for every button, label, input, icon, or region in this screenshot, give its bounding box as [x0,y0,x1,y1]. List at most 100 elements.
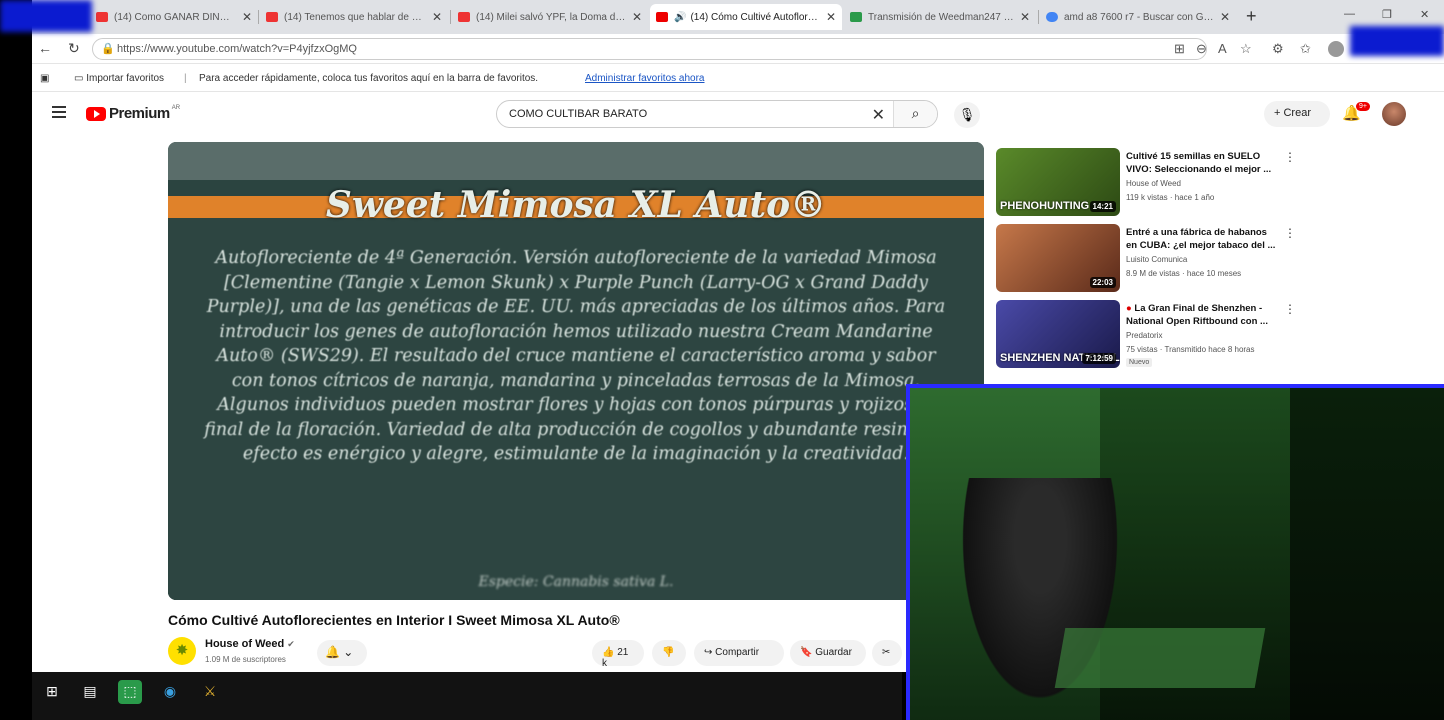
subscriber-count: 1.09 M de suscriptores [205,655,286,664]
video-overlay-description: Autofloreciente de 4ª Generación. Versió… [204,248,948,464]
minimize-button[interactable]: — [1344,8,1355,20]
new-tab-button[interactable]: + [1246,6,1257,27]
video-player[interactable]: Sweet Mimosa XL Auto® Autofloreciente de… [168,142,984,600]
tab-1[interactable]: (14) Como GANAR DINERO vendie ✕ [90,4,258,30]
google-icon [1046,12,1058,22]
close-window-button[interactable]: ✕ [1420,8,1429,21]
search-button[interactable]: ⌕ [893,101,937,127]
list-item[interactable]: 22:03 Entré a una fábrica de habanos en … [996,224,1296,294]
url-field[interactable]: 🔒 https://www.youtube.com/watch?v=P4yjfz… [92,38,1207,60]
close-icon[interactable]: ✕ [1020,10,1030,24]
save-button[interactable]: 🔖 Guardar [790,640,866,666]
close-icon[interactable]: ✕ [432,10,442,24]
tab-6[interactable]: amd a8 7600 r7 - Buscar con Goo ✕ [1040,4,1236,30]
read-aloud-icon[interactable]: A [1218,41,1227,56]
game-icon[interactable]: ⚔ [198,680,222,704]
maximize-button[interactable]: ❐ [1382,8,1392,21]
share-button[interactable]: ↪ Compartir [694,640,784,666]
profile-icon[interactable] [1328,41,1344,57]
youtube-icon [656,12,668,22]
scissors-icon: ✂ [882,647,891,658]
video-thumbnail[interactable]: PHENOHUNTING 14:21 [996,148,1120,216]
tab-2[interactable]: (14) Tenemos que hablar de LA RE ✕ [260,4,448,30]
rec-channel[interactable]: House of Weed [1126,179,1181,188]
stream-overlay-bar [1350,26,1444,56]
avatar[interactable] [1382,102,1406,126]
url-text: https://www.youtube.com/watch?v=P4yjfzxO… [117,43,357,55]
favorites-icon[interactable]: ✩ [1300,41,1311,57]
refresh-button[interactable]: ↻ [68,40,80,57]
tab-title: amd a8 7600 r7 - Buscar con Goo [1064,11,1214,23]
more-icon[interactable]: ⋮ [1284,226,1296,240]
dislike-button[interactable]: 👎 [652,640,686,666]
like-button[interactable]: 👍 21 k [592,640,644,669]
screen: (14) Como GANAR DINERO vendie ✕ (14) Ten… [0,0,1444,720]
table [1054,628,1266,688]
rec-channel[interactable]: Predatorix [1126,331,1162,340]
subscribe-bell-button[interactable]: 🔔 ⌄ [317,640,367,666]
bell-icon: 🔔 [325,645,340,659]
app-icon[interactable]: ⬚ [118,680,142,704]
zoom-icon[interactable]: ⊖ [1196,41,1207,57]
country-code: AR [171,105,181,111]
close-icon[interactable]: ✕ [826,10,836,24]
mic-icon: 🎙 [958,107,976,122]
rec-title[interactable]: ● La Gran Final de Shenzhen - National O… [1126,302,1276,328]
grid-icon[interactable]: ⊞ [1174,41,1185,57]
extensions-icon[interactable]: ⚙ [1272,41,1284,57]
thumb-label: PHENOHUNTING [1000,200,1090,212]
more-icon[interactable]: ⋮ [1284,150,1296,164]
stream-overlay-bar [0,0,92,32]
rec-title[interactable]: Cultivé 15 semillas en SUELO VIVO: Selec… [1126,150,1276,176]
menu-icon[interactable] [52,106,66,118]
left-strip [0,32,32,720]
edge-icon[interactable]: ◉ [158,680,182,704]
list-item[interactable]: PHENOHUNTING 14:21 Cultivé 15 semillas e… [996,148,1296,218]
share-icon: ↪ [704,647,716,658]
speaker-icon[interactable]: 🔊 [674,12,686,23]
bookmark-icon: 🔖 [800,647,816,658]
mic-button[interactable]: 🎙 [954,102,980,128]
back-button[interactable]: ← [38,40,52,56]
youtube-logo[interactable]: Premium AR [86,105,180,122]
rec-meta: 8.9 M de vistas · hace 10 meses [1126,269,1242,278]
clear-icon[interactable]: ✕ [872,105,885,125]
notification-count: 9+ [1356,102,1370,111]
list-item[interactable]: SHENZHEN NATIONAL 7:12:59 ● La Gran Fina… [996,300,1296,370]
more-icon[interactable]: ⋮ [1284,302,1296,316]
create-button[interactable]: + Crear [1264,101,1330,127]
star-icon[interactable]: ☆ [1240,41,1252,57]
search-input[interactable]: COMO CULTIBAR BARATO ✕ ⌕ [496,100,938,128]
logo-text: Premium [109,105,170,122]
tab-3[interactable]: (14) Milei salvó YPF, la Doma del C ✕ [452,4,648,30]
close-icon[interactable]: ✕ [1220,10,1230,24]
lock-icon: 🔒 [101,43,115,55]
verified-icon: ✔ [287,639,295,649]
tab-title: (14) Milei salvó YPF, la Doma del C [476,11,626,23]
chevron-down-icon: ⌄ [343,645,354,659]
import-favorites[interactable]: ▭ Importar favoritos [74,73,164,84]
webcam-overlay [906,384,1444,720]
video-thumbnail[interactable]: 22:03 [996,224,1120,292]
tab-5[interactable]: Transmisión de Weedman247 - Ve ✕ [844,4,1036,30]
share-label: Compartir [715,647,760,658]
tab-active[interactable]: 🔊 (14) Cómo Cultivé Autoflorecie ✕ [650,4,842,30]
windows-start-icon[interactable]: ⊞ [40,680,64,704]
favorites-bar: ▣ ▭ Importar favoritos | Para acceder rá… [32,64,1444,92]
close-icon[interactable]: ✕ [242,10,252,24]
manage-favorites-link[interactable]: Administrar favoritos ahora [585,73,705,84]
duration: 22:03 [1089,277,1116,288]
tab-bar: (14) Como GANAR DINERO vendie ✕ (14) Ten… [32,0,1444,34]
youtube-icon [458,12,470,22]
channel-name[interactable]: House of Weed ✔ [205,638,295,650]
youtube-icon [266,12,278,22]
rec-title[interactable]: Entré a una fábrica de habanos en CUBA: … [1126,226,1276,252]
close-icon[interactable]: ✕ [632,10,642,24]
channel-avatar[interactable]: ✸ [168,637,196,665]
create-label: Crear [1283,107,1311,119]
kick-icon [850,12,862,22]
rec-channel[interactable]: Luisito Comunica [1126,255,1187,264]
clip-button[interactable]: ✂ [872,640,902,666]
video-thumbnail[interactable]: SHENZHEN NATIONAL 7:12:59 [996,300,1120,368]
task-view-icon[interactable]: ▤ [78,680,102,704]
